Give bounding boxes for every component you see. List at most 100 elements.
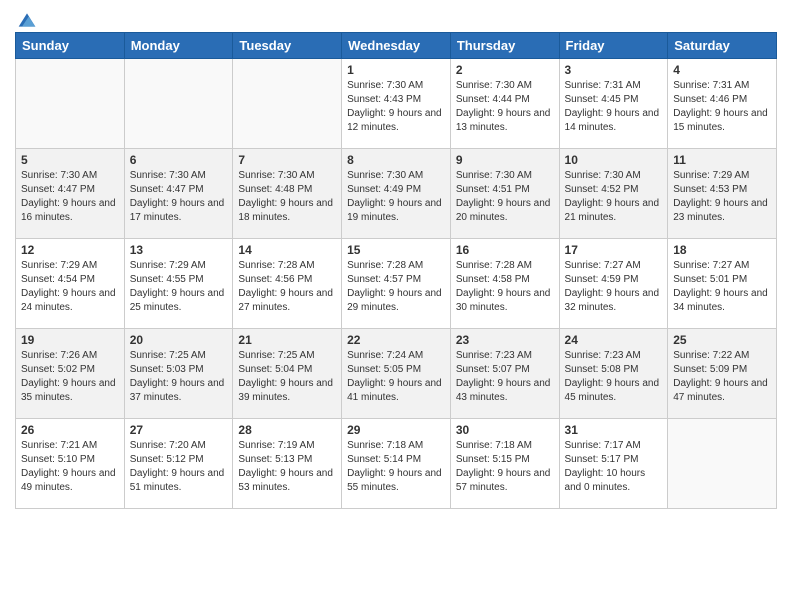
day-cell-14: 14 Sunrise: 7:28 AM Sunset: 4:56 PM Dayli…: [233, 239, 342, 329]
day-info: Sunrise: 7:28 AM Sunset: 4:57 PM Dayligh…: [347, 259, 445, 315]
day-number: 25: [673, 333, 771, 347]
day-info: Sunrise: 7:26 AM Sunset: 5:02 PM Dayligh…: [21, 349, 119, 405]
day-cell-21: 21Sunrise: 7:25 AM Sunset: 5:04 PM Dayli…: [233, 329, 342, 419]
col-header-sunday: Sunday: [16, 33, 125, 59]
col-header-tuesday: Tuesday: [233, 33, 342, 59]
day-cell-17: 17 Sunrise: 7:27 AM Sunset: 4:59 PM Dayli…: [559, 239, 668, 329]
col-header-friday: Friday: [559, 33, 668, 59]
day-info: Sunrise: 7:23 AM Sunset: 5:07 PM Dayligh…: [456, 349, 554, 405]
day-number: 7: [238, 153, 336, 167]
day-cell-20: 20Sunrise: 7:25 AM Sunset: 5:03 PM Dayli…: [124, 329, 233, 419]
logo: [15, 10, 37, 26]
day-cell-3: 3Sunrise: 7:31 AM Sunset: 4:45 PM Daylig…: [559, 59, 668, 149]
col-header-monday: Monday: [124, 33, 233, 59]
day-info: Sunrise: 7:19 AM Sunset: 5:13 PM Dayligh…: [238, 439, 336, 495]
day-number: 31: [565, 423, 663, 437]
day-cell-19: 19Sunrise: 7:26 AM Sunset: 5:02 PM Dayli…: [16, 329, 125, 419]
day-cell-6: 6 Sunrise: 7:30 AM Sunset: 4:47 PM Daylig…: [124, 149, 233, 239]
day-info: Sunrise: 7:29 AM Sunset: 4:53 PM Dayligh…: [673, 169, 771, 225]
day-cell-2: 2 Sunrise: 7:30 AM Sunset: 4:44 PM Daylig…: [450, 59, 559, 149]
calendar-header-row: SundayMondayTuesdayWednesdayThursdayFrid…: [16, 33, 777, 59]
day-number: 17: [565, 243, 663, 257]
day-number: 8: [347, 153, 445, 167]
day-number: 27: [130, 423, 228, 437]
day-number: 13: [130, 243, 228, 257]
col-header-saturday: Saturday: [668, 33, 777, 59]
day-cell-15: 15 Sunrise: 7:28 AM Sunset: 4:57 PM Dayli…: [342, 239, 451, 329]
calendar-body: 1 Sunrise: 7:30 AM Sunset: 4:43 PM Daylig…: [16, 59, 777, 509]
day-cell-30: 30 Sunrise: 7:18 AM Sunset: 5:15 PM Dayli…: [450, 419, 559, 509]
day-number: 11: [673, 153, 771, 167]
day-number: 24: [565, 333, 663, 347]
day-cell-22: 22Sunrise: 7:24 AM Sunset: 5:05 PM Dayli…: [342, 329, 451, 419]
week-row-3: 12 Sunrise: 7:29 AM Sunset: 4:54 PM Dayli…: [16, 239, 777, 329]
day-number: 14: [238, 243, 336, 257]
day-number: 1: [347, 63, 445, 77]
day-number: 29: [347, 423, 445, 437]
day-info: Sunrise: 7:27 AM Sunset: 5:01 PM Dayligh…: [673, 259, 771, 315]
day-cell-26: 26 Sunrise: 7:21 AM Sunset: 5:10 PM Dayli…: [16, 419, 125, 509]
day-info: Sunrise: 7:25 AM Sunset: 5:04 PM Dayligh…: [238, 349, 336, 405]
day-info: Sunrise: 7:29 AM Sunset: 4:55 PM Dayligh…: [130, 259, 228, 315]
empty-cell-0-2: [233, 59, 342, 149]
page-header: [15, 10, 777, 26]
day-cell-24: 24 Sunrise: 7:23 AM Sunset: 5:08 PM Dayli…: [559, 329, 668, 419]
week-row-5: 26 Sunrise: 7:21 AM Sunset: 5:10 PM Dayli…: [16, 419, 777, 509]
day-cell-13: 13 Sunrise: 7:29 AM Sunset: 4:55 PM Dayli…: [124, 239, 233, 329]
col-header-thursday: Thursday: [450, 33, 559, 59]
day-info: Sunrise: 7:29 AM Sunset: 4:54 PM Dayligh…: [21, 259, 119, 315]
day-number: 20: [130, 333, 228, 347]
day-cell-10: 10 Sunrise: 7:30 AM Sunset: 4:52 PM Dayli…: [559, 149, 668, 239]
day-number: 16: [456, 243, 554, 257]
empty-cell-4-6: [668, 419, 777, 509]
day-number: 9: [456, 153, 554, 167]
day-info: Sunrise: 7:18 AM Sunset: 5:15 PM Dayligh…: [456, 439, 554, 495]
day-number: 4: [673, 63, 771, 77]
day-info: Sunrise: 7:30 AM Sunset: 4:48 PM Dayligh…: [238, 169, 336, 225]
day-info: Sunrise: 7:18 AM Sunset: 5:14 PM Dayligh…: [347, 439, 445, 495]
day-cell-11: 11 Sunrise: 7:29 AM Sunset: 4:53 PM Dayli…: [668, 149, 777, 239]
day-info: Sunrise: 7:28 AM Sunset: 4:58 PM Dayligh…: [456, 259, 554, 315]
day-number: 6: [130, 153, 228, 167]
day-number: 23: [456, 333, 554, 347]
day-cell-1: 1 Sunrise: 7:30 AM Sunset: 4:43 PM Daylig…: [342, 59, 451, 149]
empty-cell-0-1: [124, 59, 233, 149]
day-cell-23: 23 Sunrise: 7:23 AM Sunset: 5:07 PM Dayli…: [450, 329, 559, 419]
day-cell-25: 25 Sunrise: 7:22 AM Sunset: 5:09 PM Dayli…: [668, 329, 777, 419]
day-number: 26: [21, 423, 119, 437]
day-cell-8: 8 Sunrise: 7:30 AM Sunset: 4:49 PM Daylig…: [342, 149, 451, 239]
logo-icon: [17, 10, 37, 30]
col-header-wednesday: Wednesday: [342, 33, 451, 59]
day-info: Sunrise: 7:28 AM Sunset: 4:56 PM Dayligh…: [238, 259, 336, 315]
empty-cell-0-0: [16, 59, 125, 149]
day-cell-12: 12 Sunrise: 7:29 AM Sunset: 4:54 PM Dayli…: [16, 239, 125, 329]
day-info: Sunrise: 7:30 AM Sunset: 4:47 PM Dayligh…: [21, 169, 119, 225]
day-number: 10: [565, 153, 663, 167]
day-number: 12: [21, 243, 119, 257]
day-info: Sunrise: 7:27 AM Sunset: 4:59 PM Dayligh…: [565, 259, 663, 315]
day-info: Sunrise: 7:30 AM Sunset: 4:43 PM Dayligh…: [347, 79, 445, 135]
day-info: Sunrise: 7:30 AM Sunset: 4:51 PM Dayligh…: [456, 169, 554, 225]
day-info: Sunrise: 7:30 AM Sunset: 4:47 PM Dayligh…: [130, 169, 228, 225]
day-info: Sunrise: 7:24 AM Sunset: 5:05 PM Dayligh…: [347, 349, 445, 405]
day-info: Sunrise: 7:31 AM Sunset: 4:46 PM Dayligh…: [673, 79, 771, 135]
day-number: 15: [347, 243, 445, 257]
day-info: Sunrise: 7:21 AM Sunset: 5:10 PM Dayligh…: [21, 439, 119, 495]
day-cell-31: 31Sunrise: 7:17 AM Sunset: 5:17 PM Dayli…: [559, 419, 668, 509]
day-cell-16: 16 Sunrise: 7:28 AM Sunset: 4:58 PM Dayli…: [450, 239, 559, 329]
day-info: Sunrise: 7:23 AM Sunset: 5:08 PM Dayligh…: [565, 349, 663, 405]
day-number: 3: [565, 63, 663, 77]
calendar-table: SundayMondayTuesdayWednesdayThursdayFrid…: [15, 32, 777, 509]
day-cell-27: 27Sunrise: 7:20 AM Sunset: 5:12 PM Dayli…: [124, 419, 233, 509]
day-cell-7: 7 Sunrise: 7:30 AM Sunset: 4:48 PM Daylig…: [233, 149, 342, 239]
day-info: Sunrise: 7:30 AM Sunset: 4:44 PM Dayligh…: [456, 79, 554, 135]
day-number: 5: [21, 153, 119, 167]
week-row-1: 1 Sunrise: 7:30 AM Sunset: 4:43 PM Daylig…: [16, 59, 777, 149]
day-number: 2: [456, 63, 554, 77]
day-info: Sunrise: 7:30 AM Sunset: 4:52 PM Dayligh…: [565, 169, 663, 225]
day-info: Sunrise: 7:30 AM Sunset: 4:49 PM Dayligh…: [347, 169, 445, 225]
day-number: 30: [456, 423, 554, 437]
day-info: Sunrise: 7:22 AM Sunset: 5:09 PM Dayligh…: [673, 349, 771, 405]
day-cell-18: 18Sunrise: 7:27 AM Sunset: 5:01 PM Dayli…: [668, 239, 777, 329]
week-row-2: 5 Sunrise: 7:30 AM Sunset: 4:47 PM Daylig…: [16, 149, 777, 239]
